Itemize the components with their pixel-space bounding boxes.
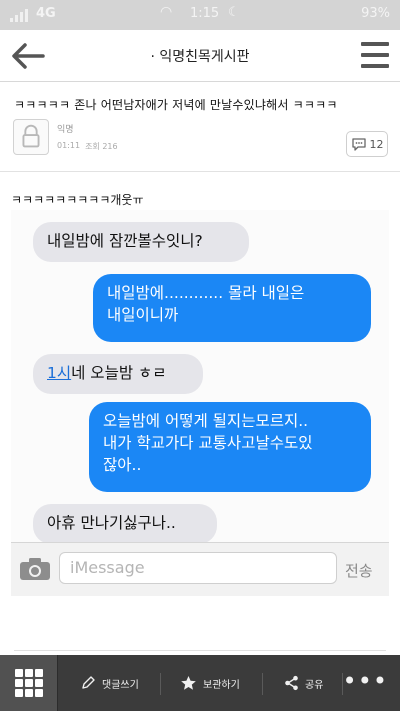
- message-composer: iMessage 전송: [11, 542, 389, 596]
- sent-message: 오늘밤에 어떻게 될지는모르지.. 내가 학교가다 교통사고날수도있 잖아..: [89, 402, 371, 492]
- bookmark-button[interactable]: 보관하기: [180, 655, 240, 711]
- message-line: 오늘밤에 어떻게 될지는모르지..: [103, 412, 309, 430]
- post-meta: 01:11 조회 216: [57, 141, 118, 152]
- write-comment-button[interactable]: 댓글쓰기: [80, 655, 139, 711]
- post-body: ㅋㅋㅋㅋㅋㅋㅋㅋㅋ개웃ㅠ: [11, 193, 144, 207]
- post-author: 익명: [57, 125, 74, 135]
- message-screenshot: 내일밤에 잠깐볼수잇니? 내일밤에............ 몰라 내일은 내일이…: [11, 210, 389, 596]
- star-icon: [181, 676, 196, 690]
- grid-menu-button[interactable]: [0, 655, 58, 711]
- received-message: 내일밤에 잠깐볼수잇니?: [33, 222, 249, 262]
- pencil-icon: [82, 676, 95, 689]
- message-line: 내일밤에............ 몰라 내일은: [107, 284, 305, 302]
- app-header: · 익명친목게시판: [0, 30, 400, 82]
- imessage-input[interactable]: iMessage: [59, 552, 337, 584]
- share-button[interactable]: 공유: [284, 655, 323, 711]
- hamburger-menu-icon[interactable]: [361, 42, 389, 68]
- status-bar: 4G ◠ 1:15 ☾ 93%: [0, 0, 400, 30]
- sent-message: 내일밤에............ 몰라 내일은 내일이니까: [93, 274, 371, 342]
- share-label: 공유: [305, 679, 324, 691]
- wifi-icon: ◠: [160, 4, 173, 20]
- bookmark-label: 보관하기: [203, 679, 240, 691]
- bottom-toolbar: 댓글쓰기 보관하기 공유 •••: [0, 655, 400, 711]
- lock-icon: [22, 124, 40, 148]
- share-icon: [285, 675, 298, 691]
- message-text: 네 오늘밤 ㅎㄹ: [71, 364, 167, 382]
- app-screen: 4G ◠ 1:15 ☾ 93% · 익명친목게시판 ㅋㅋㅋㅋㅋ 존나 어떤남자애…: [0, 0, 400, 711]
- grid-icon: [15, 669, 43, 697]
- send-button[interactable]: 전송: [345, 560, 373, 581]
- toolbar-separator: [160, 673, 161, 695]
- speech-bubble-icon: [351, 138, 366, 151]
- write-comment-label: 댓글쓰기: [102, 679, 139, 691]
- toolbar-separator: [262, 673, 263, 695]
- message-line: 내가 학교가다 교통사고날수도있: [103, 434, 313, 452]
- signal-icon: [10, 9, 28, 22]
- time-link[interactable]: 1시: [47, 364, 71, 382]
- post-title: ㅋㅋㅋㅋㅋ 존나 어떤남자애가 저녁에 만날수있냐해서 ㅋㅋㅋㅋ: [14, 98, 338, 112]
- clock: 1:15: [190, 6, 220, 21]
- message-line: 잖아..: [103, 456, 142, 474]
- content-divider: [14, 650, 386, 651]
- battery-level: 93%: [361, 6, 390, 21]
- moon-icon: ☾: [228, 5, 240, 20]
- comment-count: 12: [369, 137, 384, 151]
- anonymous-avatar: [13, 119, 49, 155]
- camera-icon[interactable]: [19, 557, 51, 581]
- board-title: · 익명친목게시판: [150, 49, 250, 65]
- received-message: 1시네 오늘밤 ㅎㄹ: [33, 354, 203, 394]
- post-views: 조회 216: [85, 142, 118, 151]
- header-divider: [0, 171, 400, 172]
- received-message: 아휴 만나기싫구나..: [33, 504, 217, 544]
- more-options-icon[interactable]: •••: [343, 667, 388, 695]
- comment-count-button[interactable]: 12: [346, 131, 388, 157]
- post-time: 01:11: [57, 141, 81, 150]
- network-label: 4G: [36, 6, 56, 21]
- message-line: 내일이니까: [107, 306, 179, 324]
